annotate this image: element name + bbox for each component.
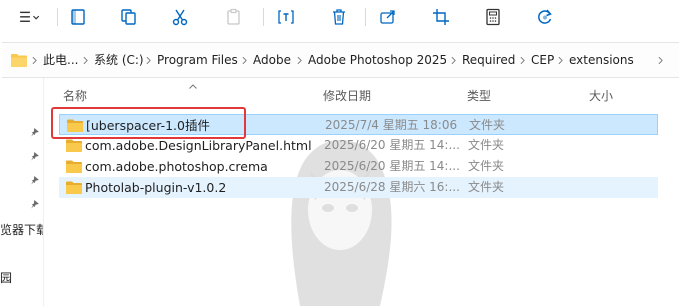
chevron-right-icon[interactable] [296, 54, 302, 66]
crop-button[interactable] [428, 5, 454, 29]
nav-item-downloads[interactable]: 览器下载 [0, 221, 44, 238]
column-header-size[interactable]: 大小 [589, 88, 613, 104]
navigation-pane: 览器下载 园 [0, 78, 44, 306]
breadcrumb-segment[interactable]: 此电... [43, 53, 78, 67]
folder-icon [66, 139, 82, 152]
chevron-right-icon[interactable] [557, 54, 563, 66]
column-header-date[interactable]: 修改日期 [323, 88, 371, 104]
chevron-right-icon[interactable] [31, 54, 37, 66]
share-icon [380, 10, 395, 24]
scissors-icon [172, 9, 188, 26]
chevron-right-icon[interactable] [519, 54, 525, 66]
pin-icon[interactable] [29, 176, 39, 186]
file-type: 文件夹 [468, 138, 505, 152]
file-type: 文件夹 [468, 159, 505, 173]
chevron-right-icon[interactable] [657, 54, 663, 66]
paste-button[interactable] [221, 5, 247, 29]
pane-divider[interactable] [43, 78, 44, 306]
refresh-icon [538, 9, 552, 24]
details-pane-button[interactable] [65, 5, 91, 29]
chevron-right-icon[interactable] [450, 54, 456, 66]
breadcrumb-segment[interactable]: Adobe Photoshop 2025 [308, 53, 447, 67]
breadcrumb-segment[interactable]: Adobe [253, 53, 291, 67]
pin-icon[interactable] [29, 152, 39, 162]
pane-icon [71, 9, 85, 25]
file-type: 文件夹 [469, 118, 506, 132]
rename-button[interactable] [273, 5, 299, 29]
breadcrumb-segment[interactable]: Program Files [157, 53, 238, 67]
chevron-right-icon[interactable] [82, 54, 88, 66]
view-menu-button[interactable] [12, 5, 46, 29]
pin-icon[interactable] [29, 128, 39, 138]
folder-icon [66, 160, 82, 173]
breadcrumb-segment[interactable]: Required [462, 53, 515, 67]
file-date: 2025/6/28 星期六 16:... [324, 180, 460, 194]
trash-icon [333, 9, 345, 25]
column-header-type[interactable]: 类型 [467, 88, 491, 104]
share-button[interactable] [375, 5, 401, 29]
breadcrumb-segment[interactable]: CEP [531, 53, 554, 67]
folder-icon [11, 54, 27, 67]
sort-up-icon [189, 84, 197, 89]
pin-icon[interactable] [29, 200, 39, 210]
folder-icon [66, 181, 82, 194]
file-name: com.adobe.DesignLibraryPanel.html [85, 138, 312, 153]
nav-item-garden[interactable]: 园 [0, 269, 12, 286]
cut-button[interactable] [167, 5, 193, 29]
refresh-button[interactable] [532, 5, 558, 29]
rename-icon [278, 10, 294, 24]
calculator-icon [486, 8, 500, 26]
menu-icon [20, 11, 40, 22]
paste-icon [227, 8, 240, 25]
highlight-annotation-box [51, 107, 246, 139]
copy-icon [121, 9, 136, 25]
delete-button[interactable] [326, 5, 352, 29]
file-name: Photolab-plugin-v1.0.2 [85, 180, 227, 195]
file-name: com.adobe.photoshop.crema [85, 159, 268, 174]
file-row[interactable]: com.adobe.photoshop.crema 2025/6/20 星期五 … [59, 156, 658, 177]
file-row[interactable]: Photolab-plugin-v1.0.2 2025/6/28 星期六 16:… [59, 177, 658, 198]
properties-button[interactable] [480, 5, 506, 29]
file-date: 2025/6/20 星期五 14:... [324, 159, 460, 173]
command-bar [0, 0, 679, 34]
crop-icon [433, 9, 449, 25]
file-type: 文件夹 [468, 180, 505, 194]
chevron-right-icon[interactable] [145, 54, 151, 66]
file-date: 2025/7/4 星期五 18:06 [325, 118, 458, 132]
file-date: 2025/6/20 星期五 14:... [324, 138, 460, 152]
chevron-right-icon[interactable] [241, 54, 247, 66]
breadcrumb-segment[interactable]: 系统 (C:) [94, 53, 144, 67]
breadcrumb-segment[interactable]: extensions [569, 53, 634, 67]
copy-button[interactable] [116, 5, 142, 29]
column-header-name[interactable]: 名称 [63, 88, 87, 104]
